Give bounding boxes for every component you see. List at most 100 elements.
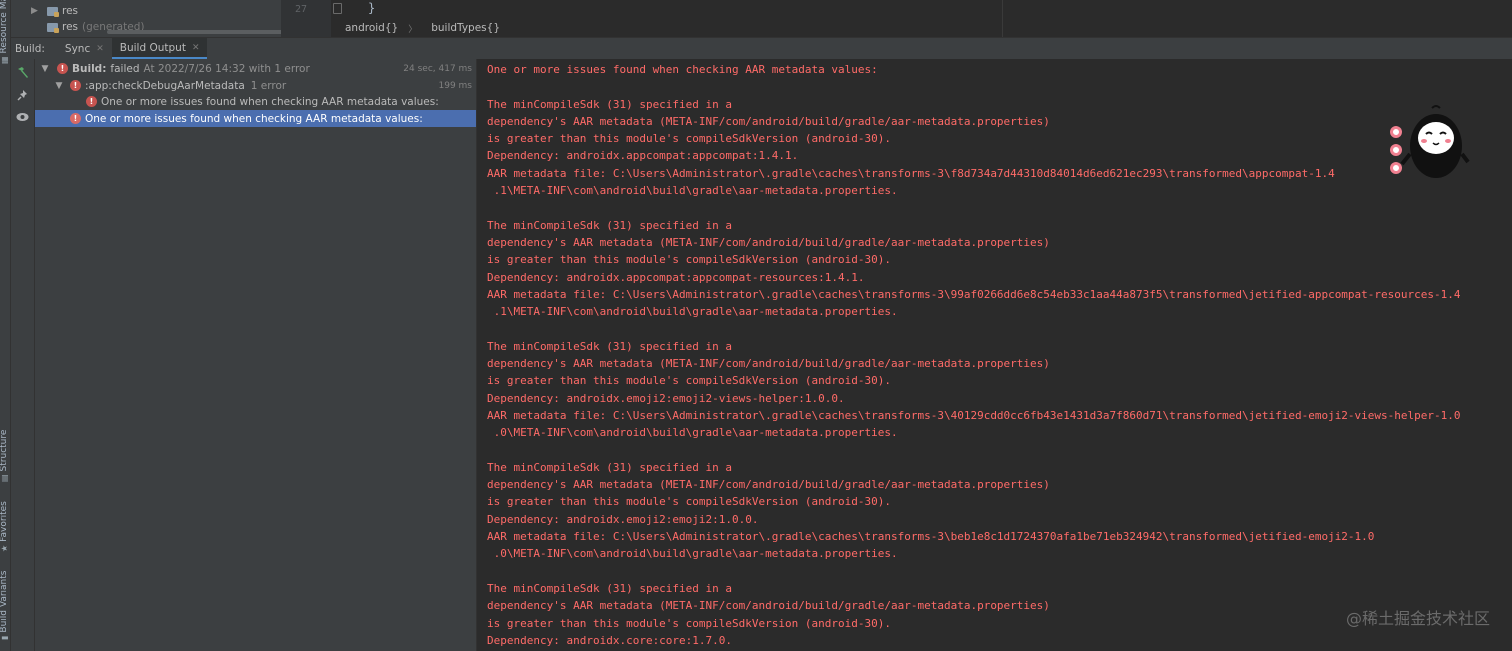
build-status: failed	[110, 62, 140, 75]
build-root-row[interactable]: ▼ ! Build: failed At 2022/7/26 14:32 wit…	[35, 60, 476, 77]
error-icon: !	[57, 63, 68, 74]
console-line: Dependency: androidx.core:core:1.7.0.	[487, 633, 733, 647]
console-line: dependency's AAR metadata (META-INF/com/…	[487, 235, 1050, 249]
build-toolbar	[11, 59, 35, 651]
horizontal-scrollbar[interactable]	[107, 30, 287, 34]
task-label: :app:checkDebugAarMetadata	[85, 79, 245, 92]
editor-gutter: 27	[281, 0, 331, 37]
tab-label: Build Output	[119, 41, 186, 54]
build-console-output[interactable]: One or more issues found when checking A…	[477, 59, 1512, 651]
folder-name: res	[62, 21, 79, 33]
task-duration: 199 ms	[438, 80, 473, 91]
chevron-down-icon[interactable]: ▼	[53, 81, 65, 91]
console-line: The minCompileSdk (31) specified in a	[487, 460, 733, 474]
breadcrumb-buildtypes[interactable]: buildTypes{}	[417, 22, 510, 34]
task-detail: 1 error	[250, 79, 287, 92]
build-label: Build:	[72, 62, 107, 75]
resource-manager-label: Resource Manager	[0, 0, 9, 54]
console-line: is greater than this module's compileSdk…	[487, 132, 891, 146]
console-line: Dependency: androidx.emoji2:emoji2-views…	[487, 391, 845, 405]
console-line: Dependency: androidx.appcompat:appcompat…	[487, 270, 865, 284]
resource-folder-icon	[47, 22, 59, 33]
build-variants-label: Build Variants	[0, 570, 9, 633]
build-variants-tab[interactable]: ▮ Build Variants	[0, 571, 9, 640]
left-tool-strip: ▦ Resource Manager ▤ Structure ★ Favorites …	[0, 0, 11, 651]
structure-tab[interactable]: ▤ Structure	[0, 430, 9, 482]
fold-marker-icon[interactable]	[333, 3, 342, 14]
console-line: AAR metadata file: C:\Users\Administrato…	[487, 408, 1461, 422]
build-tree: ▼ ! Build: failed At 2022/7/26 14:32 wit…	[35, 59, 477, 651]
issue-row[interactable]: ! One or more issues found when checking…	[35, 93, 476, 110]
console-line: The minCompileSdk (31) specified in a	[487, 97, 733, 111]
console-line: .1\META-INF\com\android\build\gradle\aar…	[487, 184, 898, 198]
chevron-down-icon[interactable]: ▼	[39, 64, 51, 74]
build-duration: 24 sec, 417 ms	[403, 63, 472, 74]
console-line: .0\META-INF\com\android\build\gradle\aar…	[487, 426, 898, 440]
project-tree-panel: ▶ res res (generated)	[11, 0, 287, 37]
console-line: Dependency: androidx.appcompat:appcompat…	[487, 149, 799, 163]
favorites-tab[interactable]: ★ Favorites	[0, 501, 9, 552]
console-lines: One or more issues found when checking A…	[487, 61, 1461, 649]
console-line: Dependency: androidx.emoji2:emoji2:1.0.0…	[487, 512, 759, 526]
tab-build-output[interactable]: Build Output ✕	[111, 38, 208, 59]
console-line: is greater than this module's compileSdk…	[487, 253, 891, 267]
issue-label: One or more issues found when checking A…	[101, 95, 439, 108]
breadcrumb-separator-icon: 〉	[408, 24, 418, 35]
console-line: dependency's AAR metadata (META-INF/com/…	[487, 478, 1050, 492]
build-variants-icon: ▮	[0, 635, 9, 640]
console-line: is greater than this module's compileSdk…	[487, 616, 891, 630]
hammer-icon[interactable]	[15, 65, 30, 80]
line-number: 27	[295, 4, 308, 15]
build-detail: At 2022/7/26 14:32 with 1 error	[143, 62, 310, 75]
console-line: One or more issues found when checking A…	[487, 63, 878, 76]
structure-label: Structure	[0, 429, 9, 472]
console-line: AAR metadata file: C:\Users\Administrato…	[487, 530, 1375, 544]
resource-folder-icon	[47, 6, 59, 17]
error-icon: !	[70, 113, 81, 124]
eye-icon[interactable]	[15, 109, 30, 124]
favorites-label: Favorites	[0, 501, 9, 542]
console-line: dependency's AAR metadata (META-INF/com/…	[487, 114, 1050, 128]
project-tree-row[interactable]: ▶ res	[11, 3, 78, 19]
breadcrumb: android{} 〉 buildTypes{}	[331, 19, 1512, 37]
console-line: The minCompileSdk (31) specified in a	[487, 339, 733, 353]
console-line: dependency's AAR metadata (META-INF/com/…	[487, 357, 1050, 371]
build-tool-window-header: Build: Sync ✕ Build Output ✕	[11, 37, 1512, 60]
star-icon: ★	[0, 544, 9, 552]
console-line: AAR metadata file: C:\Users\Administrato…	[487, 166, 1335, 180]
issue-label: One or more issues found when checking A…	[85, 112, 423, 125]
tab-label: Sync	[64, 42, 91, 55]
error-icon: !	[86, 96, 97, 107]
task-row[interactable]: ▼ ! :app:checkDebugAarMetadata 1 error 1…	[35, 77, 476, 94]
close-icon[interactable]: ✕	[192, 43, 200, 53]
resource-manager-icon: ▦	[0, 56, 9, 64]
resource-manager-tab[interactable]: ▦ Resource Manager	[0, 0, 9, 64]
console-line: dependency's AAR metadata (META-INF/com/…	[487, 599, 1050, 613]
console-line: .0\META-INF\com\android\build\gradle\aar…	[487, 547, 898, 561]
code-line[interactable]: }	[368, 1, 375, 15]
pin-icon[interactable]	[15, 87, 30, 102]
close-icon[interactable]: ✕	[96, 44, 104, 54]
console-line: is greater than this module's compileSdk…	[487, 495, 891, 509]
tool-window-title: Build:	[15, 42, 45, 55]
console-line: is greater than this module's compileSdk…	[487, 374, 891, 388]
structure-icon: ▤	[0, 474, 9, 482]
cartoon-sticker-image	[1384, 104, 1470, 184]
breadcrumb-android[interactable]: android{}	[331, 22, 408, 34]
console-line: The minCompileSdk (31) specified in a	[487, 218, 733, 232]
watermark: @稀土掘金技术社区	[1345, 609, 1490, 628]
console-line: .1\META-INF\com\android\build\gradle\aar…	[487, 305, 898, 319]
console-line: The minCompileSdk (31) specified in a	[487, 581, 733, 595]
chevron-right-icon[interactable]: ▶	[31, 6, 43, 16]
tab-sync[interactable]: Sync ✕	[57, 38, 112, 59]
selected-issue-row[interactable]: ! One or more issues found when checking…	[35, 110, 476, 127]
editor-area: 27 } android{} 〉 buildTypes{}	[281, 0, 1512, 37]
folder-name: res	[62, 5, 79, 17]
console-line: AAR metadata file: C:\Users\Administrato…	[487, 287, 1461, 301]
error-icon: !	[70, 80, 81, 91]
